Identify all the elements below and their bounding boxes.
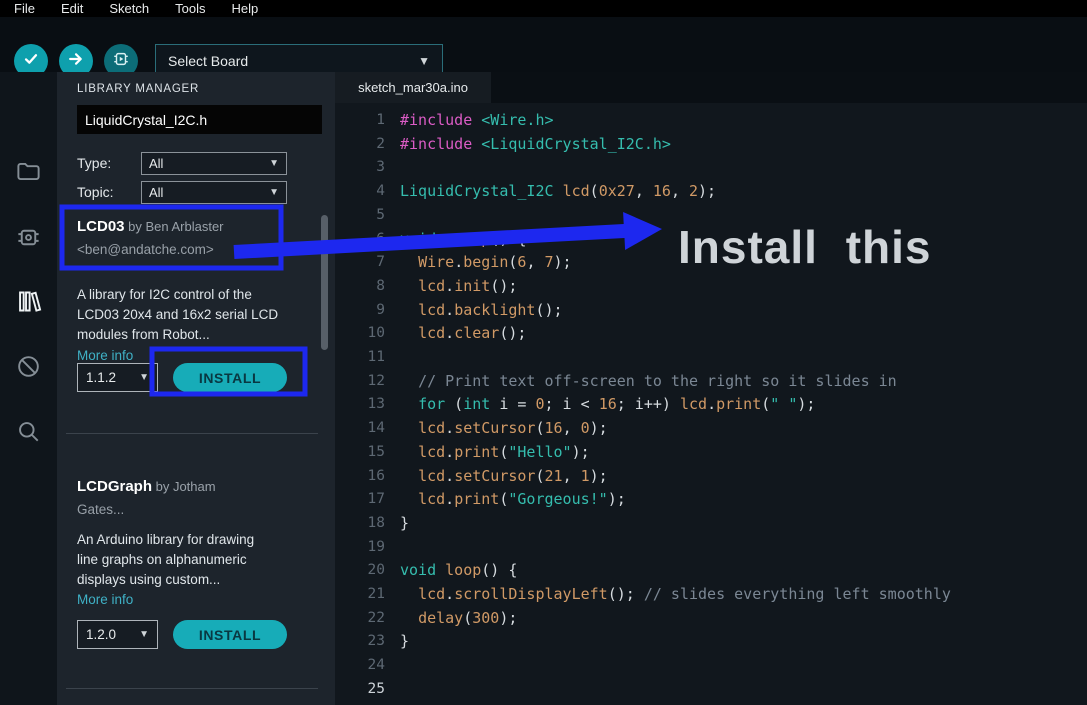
code-line: 18} — [367, 513, 410, 532]
library-manager-panel: LIBRARY MANAGER Type: All ▼ Topic: All ▼… — [57, 72, 335, 705]
code-line: 3 — [376, 159, 385, 176]
type-filter-select[interactable]: All ▼ — [141, 152, 287, 175]
type-filter-label: Type: — [77, 155, 112, 171]
library-item-title: LCDGraph by Jotham — [77, 478, 216, 496]
code-line: 10 lcd.clear(); — [367, 324, 527, 343]
code-area[interactable]: 1 #include <Wire.h> 2 #include <LiquidCryst… — [335, 103, 1087, 705]
code-line: 5 — [376, 206, 385, 223]
code-line: 13 for (int i = 0; i < 16; i++) lcd.prin… — [367, 395, 816, 414]
debugger-icon[interactable] — [15, 353, 42, 380]
install-button[interactable]: INSTALL — [173, 620, 287, 649]
library-author: by Ben Arblaster — [124, 219, 224, 234]
code-line: 16 lcd.setCursor(21, 1); — [367, 466, 608, 485]
chevron-down-icon: ▼ — [269, 158, 279, 169]
library-author-cont: Gates... — [77, 502, 125, 517]
code-line: 14 lcd.setCursor(16, 0); — [367, 419, 608, 438]
sketchbook-icon[interactable] — [15, 158, 42, 185]
editor-tab-bar: sketch_mar30a.ino — [335, 72, 1087, 103]
board-selector-label: Select Board — [168, 53, 249, 69]
code-line: 24 — [367, 657, 385, 674]
version-select[interactable]: 1.2.0 ▼ — [77, 620, 158, 649]
more-info-link[interactable]: More info — [77, 592, 133, 607]
menu-item-file[interactable]: File — [14, 1, 35, 16]
code-line: 20 void loop() { — [367, 561, 518, 580]
check-icon — [22, 50, 40, 73]
activity-bar — [0, 72, 57, 705]
code-line: 2 #include <LiquidCrystal_I2C.h> — [376, 134, 671, 153]
library-manager-icon[interactable] — [15, 288, 42, 315]
code-line: 8 lcd.init(); — [376, 276, 518, 295]
chevron-down-icon: ▼ — [269, 187, 279, 198]
code-line: 19 — [367, 538, 385, 555]
library-item-title: LCD03 by Ben Arblaster — [77, 218, 224, 236]
menu-bar: File Edit Sketch Tools Help — [0, 0, 1087, 17]
chevron-down-icon: ▼ — [139, 629, 149, 640]
code-line: 15 lcd.print("Hello"); — [367, 442, 590, 461]
code-line: 9 lcd.backlight(); — [376, 300, 563, 319]
code-line: 17 lcd.print("Gorgeous!"); — [367, 490, 626, 509]
library-name: LCD03 — [77, 218, 125, 235]
code-line: 25 — [367, 680, 385, 697]
chevron-down-icon: ▼ — [139, 372, 149, 383]
right-arrow-icon — [67, 50, 85, 73]
debug-icon — [112, 50, 130, 73]
code-line: 21 lcd.scrollDisplayLeft(); // slides ev… — [367, 585, 951, 604]
panel-scrollbar[interactable] — [321, 215, 328, 350]
code-line: 22 delay(300); — [367, 608, 518, 627]
code-line: 1 #include <Wire.h> — [376, 111, 554, 129]
panel-title: LIBRARY MANAGER — [77, 83, 200, 95]
library-description: An Arduino library for drawing line grap… — [77, 532, 255, 587]
version-value: 1.1.2 — [86, 370, 117, 385]
toolbar: Select Board ▼ — [0, 17, 1087, 78]
code-line: 4 LiquidCrystal_I2C lcd(0x27, 16, 2); — [376, 182, 717, 201]
topic-filter-select[interactable]: All ▼ — [141, 181, 287, 204]
install-button[interactable]: INSTALL — [173, 363, 287, 392]
tab-sketch[interactable]: sketch_mar30a.ino — [335, 72, 491, 103]
code-line: 23} — [367, 632, 410, 651]
version-select[interactable]: 1.1.2 ▼ — [77, 363, 158, 392]
boards-manager-icon[interactable] — [15, 224, 42, 251]
menu-item-tools[interactable]: Tools — [175, 1, 205, 16]
divider — [66, 433, 318, 434]
library-name: LCDGraph — [77, 478, 152, 495]
topic-filter-value: All — [149, 185, 164, 200]
library-search-input[interactable] — [77, 105, 322, 134]
library-author-email: <ben@andatche.com> — [77, 242, 214, 257]
menu-item-edit[interactable]: Edit — [61, 1, 83, 16]
code-line: 7 Wire.begin(6, 7); — [376, 253, 572, 272]
menu-item-help[interactable]: Help — [231, 1, 258, 16]
code-line: 11 — [367, 349, 385, 366]
version-value: 1.2.0 — [86, 627, 117, 642]
library-description: A library for I2C control of the LCD03 2… — [77, 287, 279, 342]
editor-area: sketch_mar30a.ino 1 #include <Wire.h> 2 #in… — [335, 72, 1087, 705]
divider — [66, 688, 318, 689]
arduino-ide-window: File Edit Sketch Tools Help Select Board… — [0, 0, 1087, 705]
menu-item-sketch[interactable]: Sketch — [109, 1, 149, 16]
code-line: 12 // Print text off-screen to the right… — [367, 371, 897, 390]
chevron-down-icon: ▼ — [418, 54, 430, 68]
more-info-link[interactable]: More info — [77, 348, 133, 363]
library-author: by Jotham — [152, 479, 216, 494]
search-icon[interactable] — [15, 418, 42, 445]
code-line: 6 void setup() { — [376, 229, 527, 248]
type-filter-value: All — [149, 156, 164, 171]
topic-filter-label: Topic: — [77, 184, 114, 200]
